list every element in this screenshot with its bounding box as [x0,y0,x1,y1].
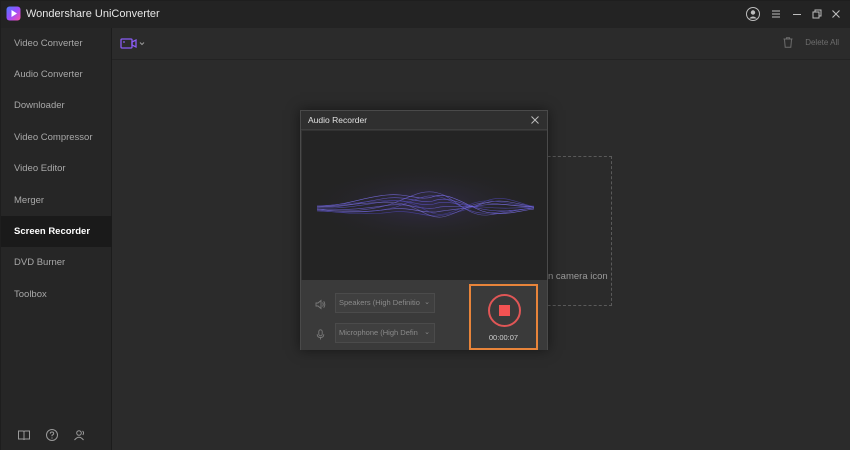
recorder-controls: Speakers (High Definitio ⌄ Microphone (H… [301,280,547,350]
delete-all-button[interactable]: Delete All [805,38,839,47]
minimize-icon[interactable] [789,6,805,22]
stop-record-button[interactable] [488,294,521,327]
app-logo-icon [6,6,21,21]
account-icon[interactable] [73,428,87,442]
chevron-down-icon: ⌄ [424,329,430,336]
app-title: Wondershare UniConverter [26,8,160,20]
sidebar-item-screen-recorder[interactable]: Screen Recorder [1,216,112,247]
restore-icon[interactable] [809,6,825,22]
drop-zone-hint: n camera icon [548,271,608,282]
dialog-title: Audio Recorder [308,115,368,125]
audio-waveform [304,165,544,245]
dialog-close-icon[interactable] [529,114,541,126]
audio-recorder-dialog: Audio Recorder Speakers (High Definitio … [300,110,548,350]
sidebar: Video Converter Audio Converter Download… [1,28,112,450]
app-window: Wondershare UniConverter Video Converter… [0,0,850,450]
book-icon[interactable] [17,428,31,442]
camera-dropdown-icon[interactable] [120,37,148,51]
title-bar: Wondershare UniConverter [1,1,850,28]
speaker-dropdown-value: Speakers (High Definitio [339,298,420,307]
sidebar-item-toolbox[interactable]: Toolbox [1,279,112,310]
record-control-highlight: 00:00:07 [469,284,538,350]
user-icon[interactable] [745,6,761,22]
sidebar-item-video-editor[interactable]: Video Editor [1,153,112,184]
sidebar-item-video-compressor[interactable]: Video Compressor [1,122,112,153]
menu-icon[interactable] [768,6,784,22]
microphone-icon [316,329,325,340]
sidebar-item-audio-converter[interactable]: Audio Converter [1,59,112,90]
stop-icon [499,305,510,316]
sidebar-item-dvd-burner[interactable]: DVD Burner [1,247,112,278]
trash-icon[interactable] [783,37,793,48]
microphone-dropdown[interactable]: Microphone (High Defin ⌄ [335,323,435,343]
toolbar: Delete All [112,28,850,60]
microphone-dropdown-value: Microphone (High Defin [339,328,418,337]
sidebar-item-downloader[interactable]: Downloader [1,90,112,121]
sidebar-item-video-converter[interactable]: Video Converter [1,28,112,59]
speaker-icon [315,299,326,310]
close-icon[interactable] [828,6,844,22]
sidebar-item-merger[interactable]: Merger [1,185,112,216]
speaker-dropdown[interactable]: Speakers (High Definitio ⌄ [335,293,435,313]
waveform-display [302,131,547,280]
recording-timer: 00:00:07 [488,333,519,342]
help-icon[interactable] [45,428,59,442]
chevron-down-icon: ⌄ [424,299,430,306]
dialog-header: Audio Recorder [301,111,547,130]
